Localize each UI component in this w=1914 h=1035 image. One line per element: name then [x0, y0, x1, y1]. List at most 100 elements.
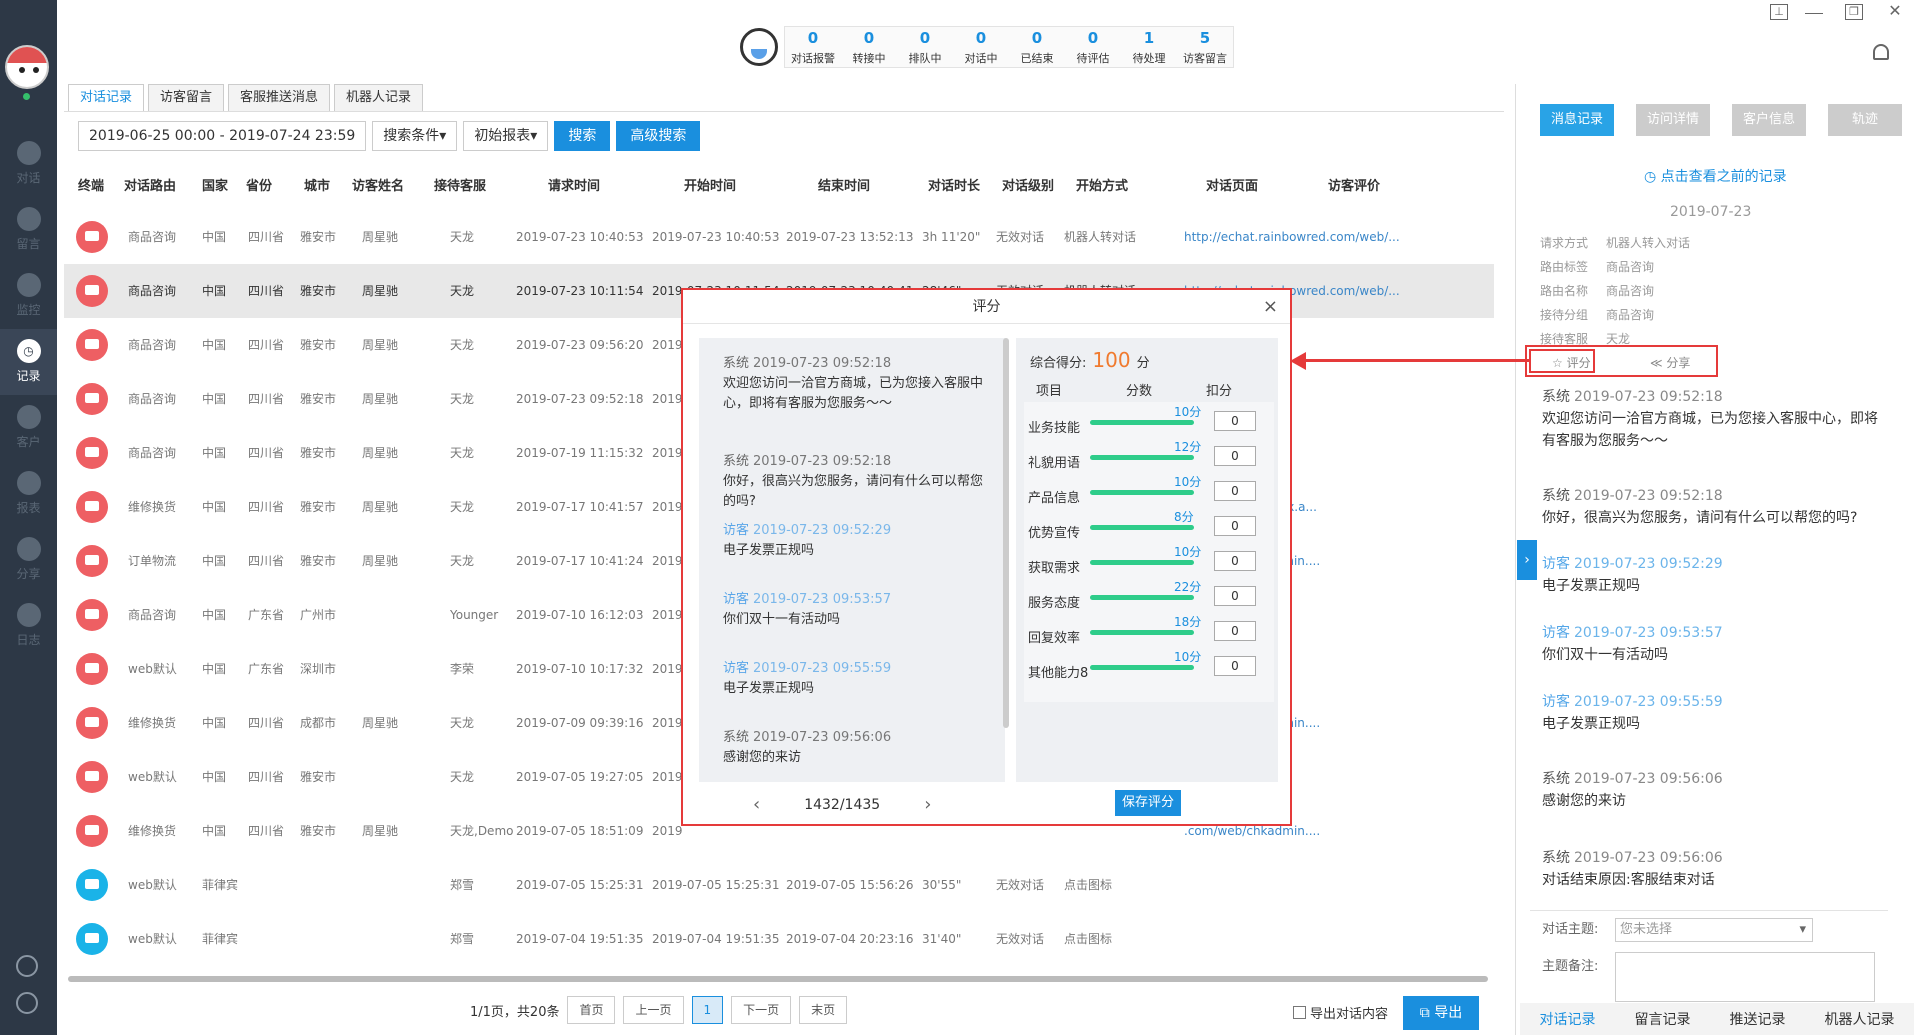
column-header: 结束时间 [818, 179, 871, 194]
prev-record-icon[interactable]: ‹ [753, 794, 760, 815]
column-header: 开始方式 [1076, 179, 1129, 194]
nav-item-reports[interactable]: 报表 [0, 461, 57, 527]
cell-start: 2019-07-05 15:25:31 [652, 878, 780, 892]
nav-item-share[interactable]: 分享 [0, 527, 57, 593]
stat-7[interactable]: 5 访客留言 [1177, 27, 1233, 67]
export-content-checkbox[interactable]: 导出对话内容 [1293, 1003, 1388, 1022]
bell-icon[interactable] [1873, 44, 1889, 60]
tab-1[interactable]: 访客留言 [148, 84, 225, 111]
bottom-tab-1[interactable]: 留言记录 [1635, 1009, 1691, 1029]
nav-item-chat[interactable]: 对话 [0, 131, 57, 197]
column-header: 省份 [246, 179, 273, 194]
bottom-tab-3[interactable]: 机器人记录 [1825, 1009, 1895, 1029]
stat-0[interactable]: 0 对话报警 [785, 27, 841, 67]
horizontal-scrollbar[interactable] [68, 976, 1488, 982]
close-window-icon[interactable]: ✕ [1886, 3, 1904, 20]
export-button[interactable]: ⧉ 导出 [1403, 996, 1479, 1030]
info-value: 机器人转入对话 [1606, 236, 1691, 250]
prev-page-button[interactable]: 上一页 [623, 996, 684, 1024]
deduct-input[interactable]: 0 [1214, 656, 1256, 676]
search-conditions-dropdown[interactable]: 搜索条件▾ [372, 121, 458, 151]
next-record-icon[interactable]: › [924, 794, 931, 815]
stat-3[interactable]: 0 对话中 [953, 27, 1009, 67]
cell-page[interactable]: http://echat.rainbowred.com/web/... [1184, 210, 1400, 264]
deduct-input[interactable]: 0 [1214, 411, 1256, 431]
annotation-arrow [1300, 359, 1530, 362]
message-header: 访客 2019-07-23 09:52:29 [723, 521, 993, 541]
power-icon[interactable] [16, 992, 38, 1014]
save-rating-button[interactable]: 保存评分 [1115, 790, 1181, 816]
nav-item-customers[interactable]: 客户 [0, 395, 57, 461]
note-textarea[interactable] [1615, 952, 1875, 1002]
collapse-panel-button[interactable]: › [1517, 540, 1537, 580]
message-time: 2019-07-23 09:56:06 [753, 730, 892, 745]
message-sender: 访客 [1542, 694, 1570, 710]
score-item: 回复效率 18分 0 [1024, 612, 1274, 647]
right-tab-2[interactable]: 客户信息 [1732, 104, 1806, 136]
avatar[interactable] [5, 45, 49, 89]
tab-2[interactable]: 客服推送消息 [228, 84, 331, 111]
table-row[interactable]: web默认 菲律宾 郑雪 2019-07-05 15:25:31 2019-07-05 … [64, 858, 1494, 912]
nav-item-message[interactable]: 留言 [0, 197, 57, 263]
advanced-search-button[interactable]: 高级搜索 [616, 121, 701, 151]
modal-chat-scrollbar[interactable] [1003, 338, 1009, 728]
date-range-input[interactable]: 2019-06-25 00:00 - 2019-07-24 23:59 [78, 121, 367, 151]
right-tab-0[interactable]: 消息记录 [1540, 104, 1614, 136]
message-sender: 系统 [723, 454, 750, 469]
bottom-tab-0[interactable]: 对话记录 [1540, 1009, 1596, 1029]
modal-chat-message: 访客 2019-07-23 09:53:57 你们双十一有活动吗 [723, 590, 993, 630]
topic-label: 对话主题: [1542, 922, 1599, 937]
right-tab-3[interactable]: 轨迹 [1828, 104, 1902, 136]
deduct-input[interactable]: 0 [1214, 586, 1256, 606]
table-row[interactable]: web默认 菲律宾 郑雪 2019-07-04 19:51:35 2019-07-04 … [64, 912, 1494, 966]
nav-item-monitor[interactable]: 监控 [0, 263, 57, 329]
initial-report-dropdown[interactable]: 初始报表▾ [463, 121, 549, 151]
message-text: 对话结束原因:客服结束对话 [1542, 872, 1715, 888]
deduct-input[interactable]: 0 [1214, 516, 1256, 536]
cell-method: 机器人转对话 [1064, 230, 1137, 244]
pc-terminal-icon [76, 437, 108, 469]
last-page-button[interactable]: 末页 [799, 996, 848, 1024]
stat-2[interactable]: 0 排队中 [897, 27, 953, 67]
page-1-button[interactable]: 1 [691, 996, 724, 1024]
restore-icon[interactable]: ❐ [1845, 4, 1863, 20]
deduct-input[interactable]: 0 [1214, 551, 1256, 571]
cell-dur: 30'55" [922, 878, 962, 892]
cell-end: 2019-07-05 15:56:26 [786, 878, 914, 892]
pc-terminal-icon [76, 383, 108, 415]
nav-label-records: 记录 [16, 369, 41, 383]
stat-1[interactable]: 0 转接中 [841, 27, 897, 67]
search-button[interactable]: 搜索 [554, 121, 611, 151]
stat-value: 0 [1087, 29, 1099, 47]
settings-icon[interactable] [16, 955, 38, 977]
pin-icon[interactable]: ⊥ [1770, 4, 1788, 20]
chat-message: 系统 2019-07-23 09:52:18 你好，很高兴为您服务，请问有什么可以帮… [1542, 485, 1882, 529]
table-row[interactable]: 商品咨询 中国 四川省 雅安市 周星驰 天龙 2019-07-23 10:40:53 2019… [64, 210, 1494, 264]
stat-5[interactable]: 0 待评估 [1065, 27, 1121, 67]
topic-select[interactable]: 您未选择 ▾ [1615, 918, 1813, 942]
view-previous-records-link[interactable]: ◷ 点击查看之前的记录 [1644, 166, 1787, 186]
right-tab-1[interactable]: 访问详情 [1636, 104, 1710, 136]
first-page-button[interactable]: 首页 [567, 996, 616, 1024]
nav-item-records[interactable]: ◷ 记录 [0, 329, 57, 395]
minimize-icon[interactable] [1805, 4, 1823, 14]
tab-0[interactable]: 对话记录 [68, 84, 145, 112]
deduct-input[interactable]: 0 [1214, 621, 1256, 641]
cell-start: 2019 [652, 824, 683, 838]
close-icon[interactable]: × [1263, 296, 1278, 317]
cell-start: 2019 [652, 662, 683, 676]
column-header: 接待客服 [434, 179, 487, 194]
nav-item-log[interactable]: 日志 [0, 593, 57, 659]
deduct-input[interactable]: 0 [1214, 446, 1256, 466]
cell-req: 2019-07-04 19:51:35 [516, 932, 644, 946]
deduct-input[interactable]: 0 [1214, 481, 1256, 501]
tab-3[interactable]: 机器人记录 [334, 84, 424, 111]
score-item-value: 10分 [1174, 545, 1202, 559]
stat-4[interactable]: 0 已结束 [1009, 27, 1065, 67]
score-bar [1090, 490, 1194, 495]
next-page-button[interactable]: 下一页 [731, 996, 792, 1024]
score-column-header: 项目 [1036, 384, 1063, 399]
message-text: 你们双十一有活动吗 [723, 612, 841, 627]
bottom-tab-2[interactable]: 推送记录 [1730, 1009, 1786, 1029]
stat-6[interactable]: 1 待处理 [1121, 27, 1177, 67]
